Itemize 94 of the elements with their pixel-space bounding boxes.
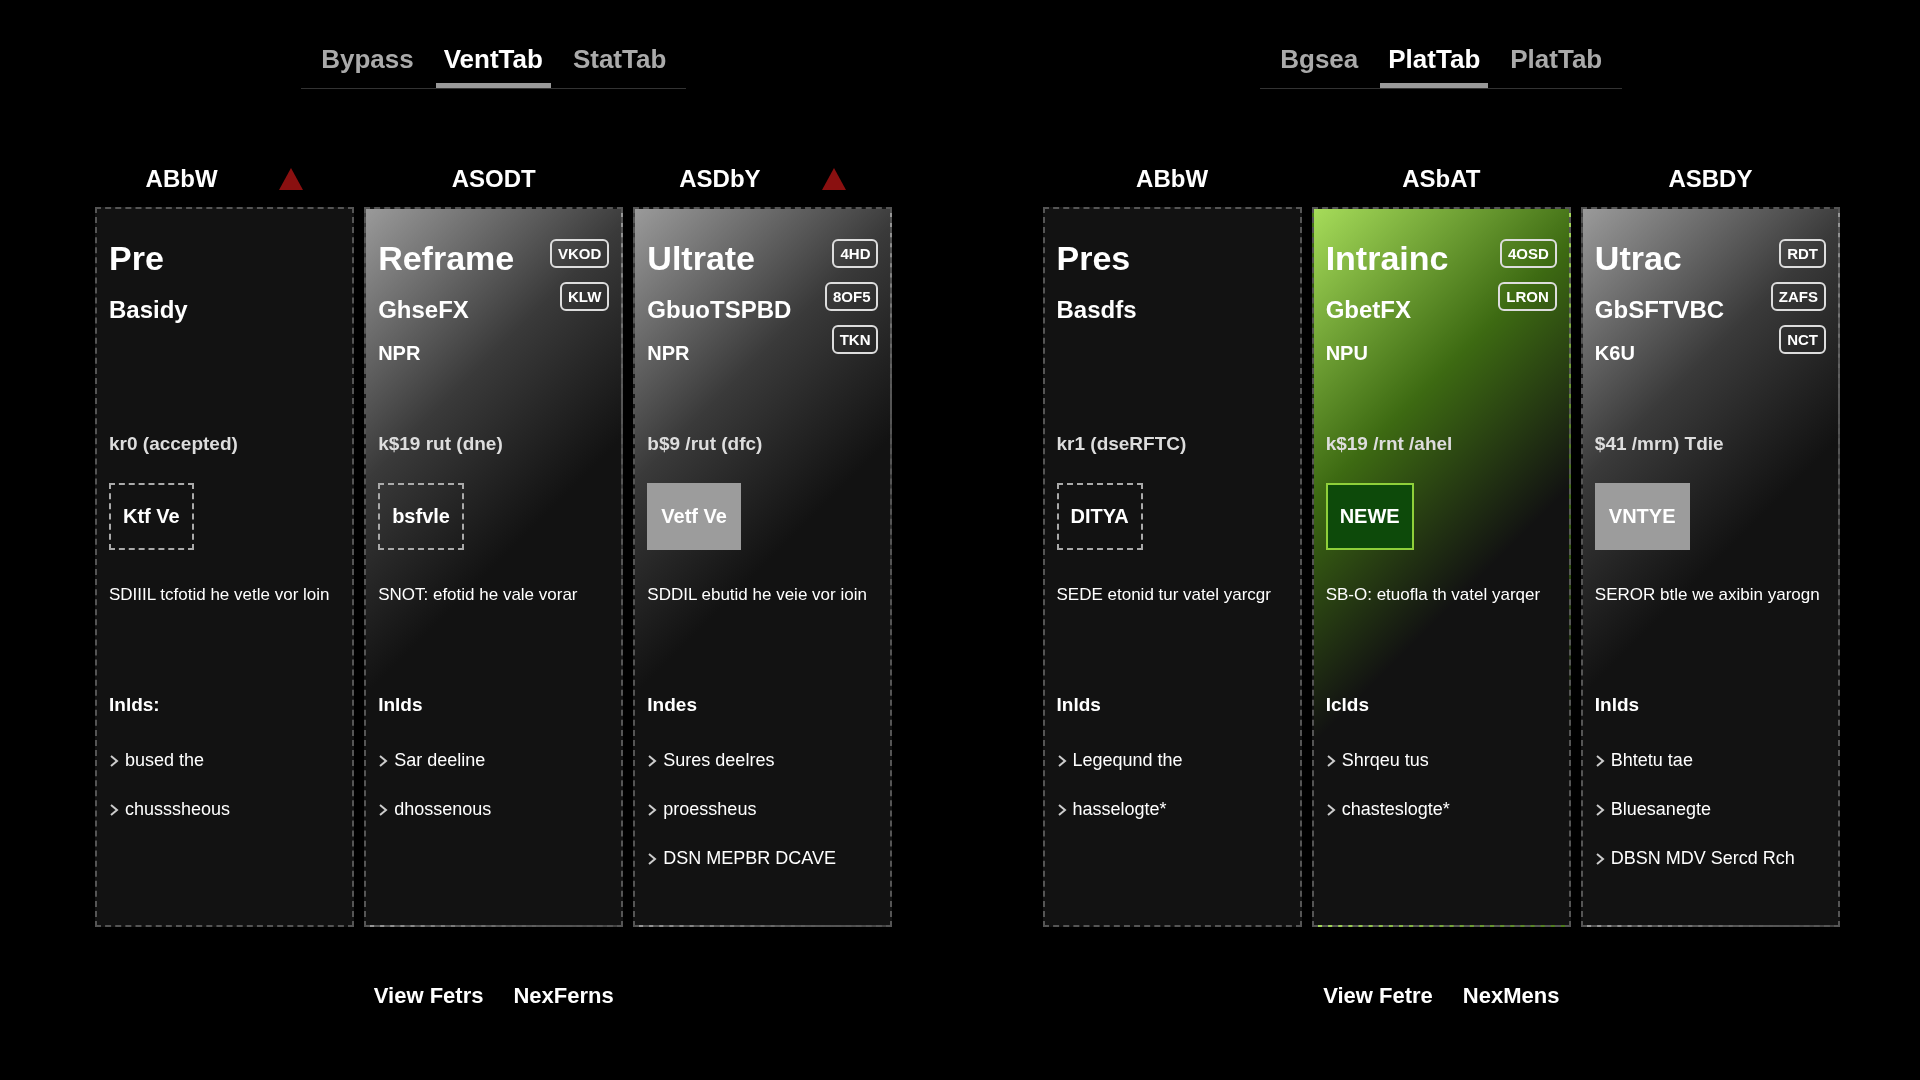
- plan-title: Ultrate: [647, 239, 757, 278]
- plan-description: SNOT: efotid he vale vorar: [378, 584, 579, 606]
- feature-item: Bhtetu tae: [1610, 750, 1693, 771]
- feature-badge: NCT: [1779, 325, 1826, 354]
- tab[interactable]: Bgsea: [1272, 40, 1367, 88]
- includes-label: Inlds:: [109, 694, 161, 716]
- plan-button[interactable]: bsfvle: [378, 483, 464, 550]
- feature-item: Shrqeu tus: [1341, 750, 1429, 771]
- feature-badge: 4OSD: [1499, 239, 1557, 268]
- chevron-icon: [1056, 753, 1067, 768]
- feature-item: Sar deeline: [394, 750, 486, 771]
- plan-subtitle: GbSFTVBC: [1594, 296, 1725, 324]
- feature-item: Bluesanegte: [1610, 799, 1711, 820]
- chevron-icon: [1325, 802, 1336, 817]
- feature-item: hasselogte*: [1072, 799, 1167, 820]
- feature-item: Legeqund the: [1072, 750, 1183, 771]
- plan-unit: NPU: [1325, 342, 1369, 365]
- plan-button[interactable]: DITYA: [1056, 483, 1143, 550]
- plan-button[interactable]: Ktf Ve: [109, 483, 194, 550]
- plan-price: b$9 /rut (dfc): [647, 433, 764, 455]
- plan-price: k$19 rut (dne): [378, 433, 504, 455]
- plan-subtitle: GbetFX: [1325, 296, 1412, 324]
- feature-badge: VKOD: [550, 239, 610, 268]
- feature-badge: 4HD: [832, 239, 879, 268]
- plan-unit: NPR: [378, 342, 422, 365]
- tab[interactable]: VentTab: [435, 40, 551, 88]
- plan-unit: NPR: [647, 342, 691, 365]
- includes-label: Inlds: [378, 694, 424, 716]
- plan-description: SEDE etonid tur vatel yarcgr: [1056, 584, 1272, 606]
- warning-icon: [277, 167, 304, 191]
- feature-badge: TKN: [831, 325, 879, 354]
- footer-link[interactable]: View Fetrs: [373, 983, 484, 1009]
- chevron-icon: [647, 851, 658, 866]
- chevron-icon: [647, 802, 658, 817]
- feature-badge: KLW: [560, 282, 610, 311]
- plan-price: kr0 (accepted): [109, 433, 239, 455]
- feature-item: chasteslogte*: [1341, 799, 1450, 820]
- feature-badge: LRON: [1498, 282, 1557, 311]
- chevron-icon: [1056, 802, 1067, 817]
- plan-unit: K6U: [1594, 342, 1636, 365]
- includes-label: Inlds: [1594, 694, 1641, 716]
- plan-title: Pre: [109, 239, 165, 278]
- chevron-icon: [1594, 851, 1605, 866]
- feature-item: proessheus: [663, 799, 757, 820]
- warning-icon: [820, 167, 847, 191]
- plan-description: SDIIIL tcfotid he vetle vor loin: [109, 584, 331, 606]
- plan-title: Utrac: [1594, 239, 1683, 278]
- feature-item: DSN MEPBR DCAVE: [663, 848, 837, 869]
- feature-item: bused the: [125, 750, 205, 771]
- tab[interactable]: Bypass: [313, 40, 422, 88]
- plan-subtitle: GbuoTSPBD: [647, 296, 792, 324]
- tab[interactable]: StatTab: [564, 40, 675, 88]
- chevron-icon: [1594, 753, 1605, 768]
- chevron-icon: [109, 753, 119, 768]
- plan-subtitle: Basdfs: [1056, 296, 1137, 324]
- tab[interactable]: PlatTab: [1380, 40, 1489, 88]
- plan-description: SEROR btle we axibin yarogn: [1594, 584, 1821, 606]
- plan-header: ASODT: [451, 165, 536, 193]
- footer-link[interactable]: View Fetre: [1323, 983, 1433, 1009]
- feature-item: dhossenous: [394, 799, 492, 820]
- plan-header: ABbW: [1136, 165, 1209, 193]
- plan-title: Pres: [1056, 239, 1132, 278]
- feature-item: chusssheous: [125, 799, 231, 820]
- plan-price: k$19 /rnt /ahel: [1325, 433, 1454, 455]
- plan-header: ASDbY: [679, 165, 761, 193]
- plan-title: Intrainc: [1325, 239, 1449, 278]
- feature-item: Sures deelres: [663, 750, 775, 771]
- chevron-icon: [109, 802, 119, 817]
- feature-item: DBSN MDV Sercd Rch: [1610, 848, 1795, 869]
- plan-button[interactable]: NEWE: [1325, 483, 1414, 550]
- plan-price: $41 /mrn) Tdie: [1594, 433, 1725, 455]
- includes-label: Inlds: [1056, 694, 1102, 716]
- plan-description: SB-O: etuofla th vatel yarqer: [1325, 584, 1542, 606]
- chevron-icon: [1325, 753, 1336, 768]
- plan-subtitle: GhseFX: [378, 296, 470, 324]
- plan-header: ABbW: [145, 165, 218, 193]
- chevron-icon: [378, 753, 389, 768]
- plan-header: ASBDY: [1668, 165, 1753, 193]
- includes-label: Iclds: [1325, 694, 1370, 716]
- footer-link[interactable]: NexMens: [1462, 983, 1560, 1009]
- chevron-icon: [647, 753, 658, 768]
- plan-description: SDDIL ebutid he veie vor ioin: [647, 584, 868, 606]
- feature-badge: 8OF5: [824, 282, 879, 311]
- plan-price: kr1 (dseRFTC): [1056, 433, 1188, 455]
- footer-link[interactable]: NexFerns: [513, 983, 614, 1009]
- chevron-icon: [378, 802, 389, 817]
- feature-badge: ZAFS: [1770, 282, 1826, 311]
- plan-subtitle: Basidy: [109, 296, 188, 324]
- tab[interactable]: PlatTab: [1502, 40, 1611, 88]
- includes-label: Indes: [647, 694, 698, 716]
- plan-header: ASbAT: [1402, 165, 1481, 193]
- feature-badge: RDT: [1779, 239, 1826, 268]
- chevron-icon: [1594, 802, 1605, 817]
- plan-title: Reframe: [378, 239, 515, 278]
